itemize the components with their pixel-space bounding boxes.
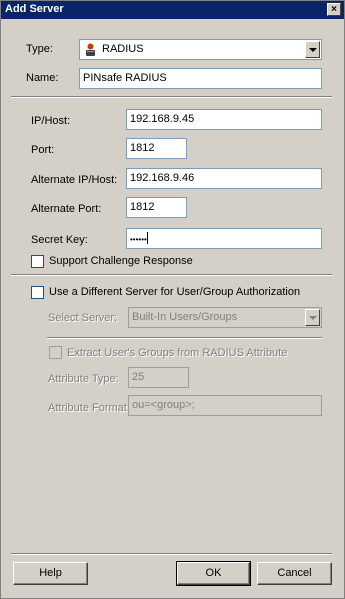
secret-key-field[interactable]: •••••• — [126, 228, 322, 249]
add-server-dialog: Add Server × Type: RADIUS Name: PINsafe … — [0, 0, 345, 599]
support-challenge-response-checkbox[interactable] — [31, 255, 44, 268]
name-label: Name: — [26, 72, 59, 84]
divider — [11, 274, 332, 276]
cancel-button[interactable]: Cancel — [257, 562, 332, 585]
alternate-ip-host-field[interactable]: 192.168.9.46 — [126, 168, 322, 189]
window-title: Add Server — [5, 3, 64, 15]
type-label: Type: — [26, 43, 53, 55]
ok-button[interactable]: OK — [176, 561, 251, 586]
port-field[interactable]: 1812 — [126, 138, 187, 159]
attribute-type-field[interactable]: 25 — [128, 367, 189, 388]
attribute-type-label: Attribute Type: — [48, 373, 119, 385]
select-server-value: Built-In Users/Groups — [132, 311, 238, 323]
ip-host-label: IP/Host: — [31, 115, 71, 127]
secret-key-masked-value: •••••• — [130, 235, 147, 244]
select-server-label: Select Server: — [48, 312, 118, 324]
radius-server-icon — [86, 43, 95, 56]
divider — [11, 96, 332, 98]
name-field[interactable]: PINsafe RADIUS — [79, 68, 322, 89]
close-button[interactable]: × — [327, 3, 341, 16]
help-button[interactable]: Help — [13, 562, 88, 585]
text-cursor — [146, 232, 148, 244]
attribute-format-field[interactable]: ou=<group>; — [128, 395, 322, 416]
divider — [47, 337, 322, 339]
divider — [11, 553, 332, 555]
different-server-checkbox[interactable] — [31, 286, 44, 299]
close-icon: × — [331, 4, 337, 15]
support-challenge-response-label: Support Challenge Response — [49, 255, 193, 267]
port-label: Port: — [31, 144, 55, 156]
alternate-ip-host-label: Alternate IP/Host: — [31, 174, 118, 186]
alternate-port-label: Alternate Port: — [31, 203, 102, 215]
attribute-format-label: Attribute Format: — [48, 402, 130, 414]
title-bar: Add Server × — [1, 1, 344, 19]
chevron-down-icon[interactable] — [305, 309, 320, 326]
different-server-label: Use a Different Server for User/Group Au… — [49, 286, 301, 298]
select-server-dropdown[interactable]: Built-In Users/Groups — [128, 307, 322, 328]
alternate-port-field[interactable]: 1812 — [126, 197, 187, 218]
type-select-value: RADIUS — [102, 43, 144, 55]
extract-groups-checkbox[interactable] — [49, 346, 62, 359]
chevron-down-icon[interactable] — [305, 41, 320, 58]
ip-host-field[interactable]: 192.168.9.45 — [126, 109, 322, 130]
extract-groups-label: Extract User's Groups from RADIUS Attrib… — [67, 347, 288, 359]
secret-key-label: Secret Key: — [31, 234, 88, 246]
type-select[interactable]: RADIUS — [79, 39, 322, 60]
